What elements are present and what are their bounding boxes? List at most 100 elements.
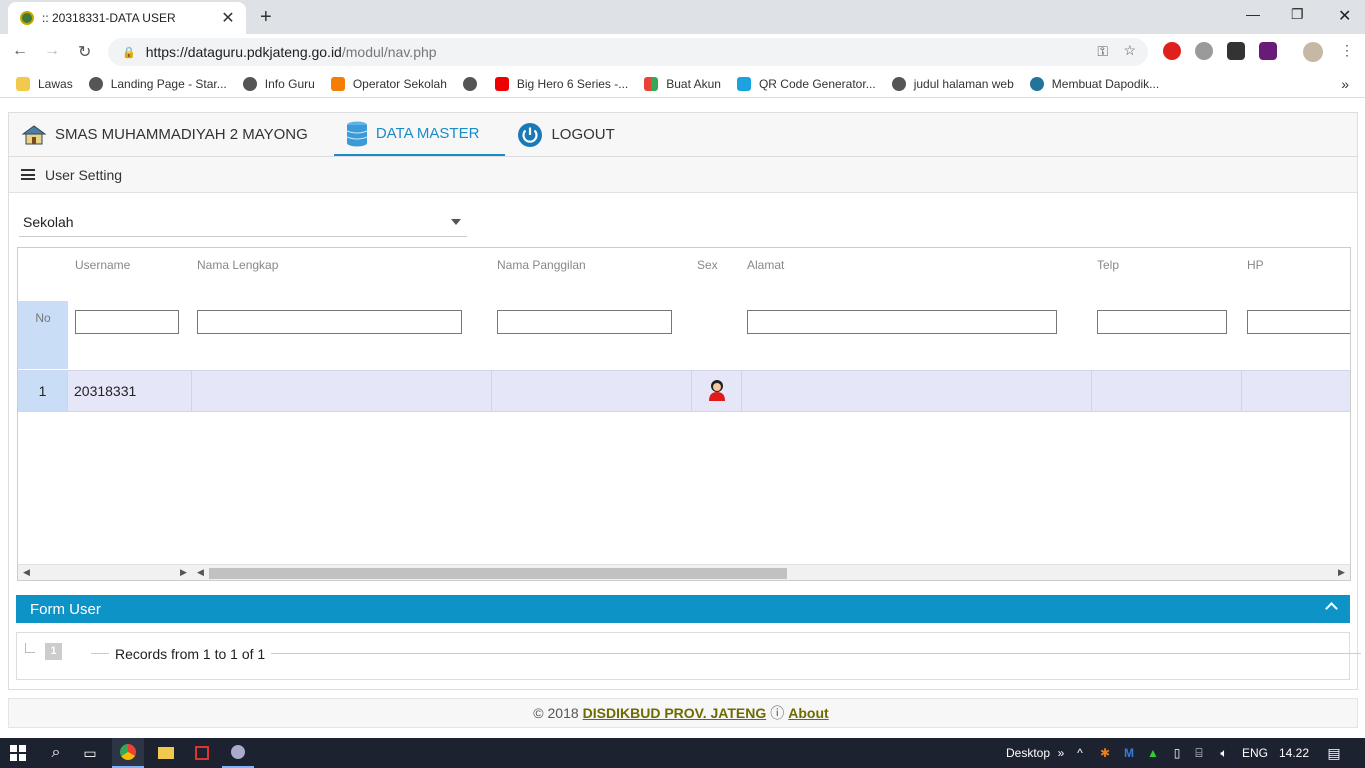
filter-username-input[interactable] — [75, 310, 179, 334]
key-icon[interactable]: ⚿ — [1097, 43, 1108, 60]
desktop-toolbar[interactable]: Desktop — [1004, 738, 1052, 768]
col-header-nama-lengkap[interactable]: Nama Lengkap — [197, 258, 278, 272]
tray-app-icon[interactable]: M — [1120, 738, 1138, 768]
pager: 1 Records from 1 to 1 of 1 — [16, 632, 1361, 680]
col-header-hp[interactable]: HP — [1247, 258, 1264, 272]
row-alamat — [742, 371, 1092, 411]
database-icon — [346, 121, 368, 147]
youtube-icon — [494, 76, 509, 91]
qr-icon — [736, 76, 751, 91]
bookmark-item[interactable]: Operator Sekolah — [330, 76, 447, 91]
file-explorer-icon[interactable] — [150, 738, 182, 768]
filter-telp-input[interactable] — [1097, 310, 1227, 334]
language-indicator[interactable]: ENG — [1240, 738, 1270, 768]
tray-expand-icon[interactable]: ^ — [1072, 738, 1088, 768]
task-view-icon[interactable]: ▭ — [74, 738, 106, 768]
scroll-thumb[interactable] — [209, 568, 787, 579]
search-icon[interactable]: ⌕ — [40, 738, 72, 768]
chevron-up-icon[interactable] — [1325, 602, 1338, 615]
extension-icon[interactable] — [1259, 42, 1277, 60]
filter-nama-lengkap-input[interactable] — [197, 310, 462, 334]
lock-icon: 🔒 — [122, 46, 136, 59]
bookmark-item[interactable]: Membuat Dapodik... — [1029, 76, 1159, 91]
about-link[interactable]: About — [788, 705, 828, 721]
filter-alamat-input[interactable] — [747, 310, 1057, 334]
new-tab-icon[interactable]: + — [260, 6, 272, 29]
usb-icon[interactable]: ▯ — [1168, 738, 1186, 768]
user-setting-bar[interactable]: User Setting — [9, 157, 1357, 193]
col-header-sex[interactable]: Sex — [697, 258, 718, 272]
opera-extension-icon[interactable] — [1163, 42, 1181, 60]
close-tab-icon[interactable]: ✕ — [218, 8, 238, 28]
bookmark-item[interactable]: Big Hero 6 Series -... — [462, 76, 628, 91]
school-icon — [21, 124, 47, 146]
volume-icon[interactable]: 🔈︎ — [1214, 738, 1234, 768]
bookmark-item[interactable]: Info Guru — [242, 76, 315, 91]
network-icon[interactable]: ⌸ — [1190, 738, 1208, 768]
chevrons-icon[interactable]: » — [1054, 738, 1068, 768]
hamburger-menu-icon[interactable] — [21, 169, 35, 180]
divider — [271, 653, 1361, 654]
extension-icon[interactable] — [1227, 42, 1245, 60]
scroll-right-icon[interactable]: ▶ — [1338, 567, 1345, 578]
horizontal-scrollbar[interactable]: ◀ ▶ ◀ ▶ — [18, 564, 1350, 580]
sekolah-select[interactable]: Sekolah — [19, 207, 467, 237]
app-taskbar-icon[interactable] — [186, 738, 218, 768]
row-nama-panggilan — [492, 371, 692, 411]
bookmarks-bar: Lawas Landing Page - Star... Info Guru O… — [0, 70, 1365, 98]
scroll-left-icon[interactable]: ◀ — [23, 567, 30, 578]
reload-icon[interactable]: ↻ — [78, 42, 91, 62]
footer: © 2018 DISDIKBUD PROV. JATENG ⓘ About — [8, 698, 1358, 728]
bookmark-star-icon[interactable]: ☆ — [1123, 42, 1136, 59]
power-icon — [517, 122, 543, 148]
window-close-icon[interactable]: ✕ — [1338, 6, 1351, 26]
filter-nama-panggilan-input[interactable] — [497, 310, 672, 334]
col-header-nama-panggilan[interactable]: Nama Panggilan — [497, 258, 586, 272]
minimize-icon[interactable]: — — [1246, 6, 1260, 22]
tray-app-icon[interactable]: ▲ — [1144, 738, 1162, 768]
bookmark-item[interactable]: judul halaman web — [891, 76, 1014, 91]
profile-avatar[interactable] — [1303, 42, 1323, 62]
globe-icon — [462, 76, 477, 91]
bookmark-item[interactable]: QR Code Generator... — [736, 76, 876, 91]
nav-logout[interactable]: LOGOUT — [505, 113, 640, 156]
disdikbud-link[interactable]: DISDIKBUD PROV. JATENG — [583, 705, 767, 721]
tab-title: :: 20318331-DATA USER — [42, 11, 176, 25]
windows-start-icon[interactable] — [0, 738, 36, 768]
restore-icon[interactable]: ❐ — [1291, 6, 1304, 23]
chrome-taskbar-icon[interactable] — [112, 738, 144, 768]
globe-icon — [891, 76, 906, 91]
url-host: https://dataguru.pdkjateng.go.id — [145, 44, 342, 60]
user-setting-title: User Setting — [45, 166, 123, 183]
address-bar[interactable]: 🔒 https://dataguru.pdkjateng.go.id/modul… — [108, 38, 1148, 66]
forward-icon[interactable]: → — [44, 42, 60, 60]
menu-icon[interactable]: ⋮ — [1340, 42, 1354, 59]
more-bookmarks-icon[interactable]: » — [1341, 76, 1349, 92]
table-row[interactable]: 1 20318331 — [18, 370, 1350, 412]
col-header-alamat[interactable]: Alamat — [747, 258, 784, 272]
bookmark-item[interactable]: Landing Page - Star... — [88, 76, 227, 91]
clock[interactable]: 14.22 — [1274, 738, 1314, 768]
col-header-no: No — [18, 301, 68, 369]
user-grid: Username Nama Lengkap Nama Panggilan Sex… — [17, 247, 1351, 581]
browser-tab[interactable]: :: 20318331-DATA USER ✕ — [8, 2, 246, 34]
dropdown-caret-icon — [451, 219, 461, 225]
nav-school[interactable]: SMAS MUHAMMADIYAH 2 MAYONG — [9, 113, 334, 156]
site-favicon-icon — [20, 11, 34, 25]
col-header-username[interactable]: Username — [75, 258, 130, 272]
back-icon[interactable]: ← — [12, 42, 28, 60]
scroll-right-icon[interactable]: ▶ — [180, 567, 187, 578]
page-number-button[interactable]: 1 — [45, 643, 62, 660]
bookmark-item[interactable]: Buat Akun — [644, 76, 721, 91]
notification-icon[interactable]: ▤ — [1320, 738, 1348, 768]
scroll-left-icon[interactable]: ◀ — [197, 567, 204, 578]
form-user-header[interactable]: Form User — [16, 595, 1350, 623]
paint-taskbar-icon[interactable] — [222, 738, 254, 768]
tab-strip: :: 20318331-DATA USER ✕ + — ❐ ✕ — [0, 0, 1365, 34]
filter-hp-input[interactable] — [1247, 310, 1350, 334]
nav-data-master[interactable]: DATA MASTER — [333, 113, 506, 156]
globe-extension-icon[interactable] — [1195, 42, 1213, 60]
tray-app-icon[interactable]: ✱ — [1096, 738, 1114, 768]
bookmark-item[interactable]: Lawas — [16, 76, 73, 91]
col-header-telp[interactable]: Telp — [1097, 258, 1119, 272]
